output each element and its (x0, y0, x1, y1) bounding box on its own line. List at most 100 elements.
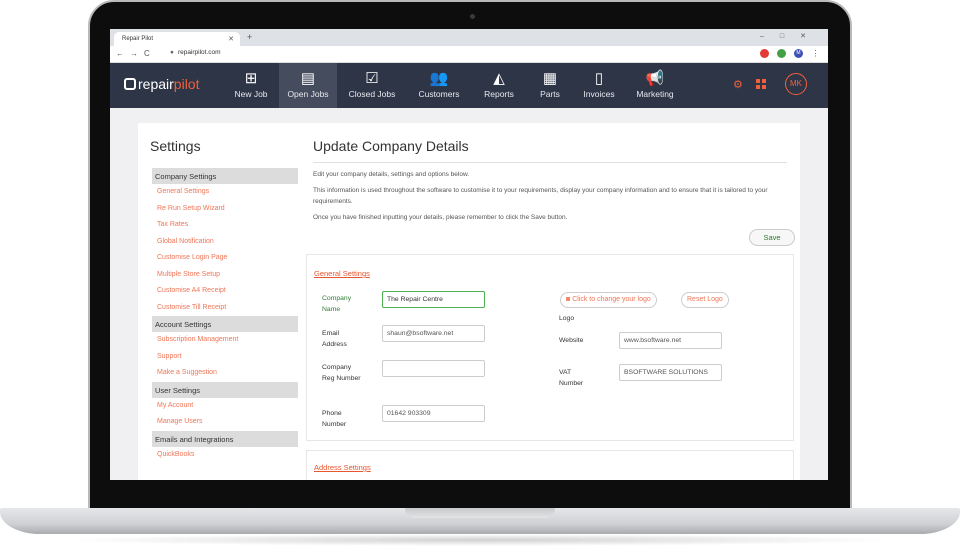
sidebar-heading: Emails and Integrations (152, 430, 298, 447)
user-avatar[interactable]: MK (785, 73, 807, 95)
logo-icon (124, 78, 136, 90)
window-controls[interactable]: –□✕ (760, 32, 822, 40)
nav-marketing[interactable]: 📢 Marketing (631, 63, 679, 108)
page-title: Update Company Details (313, 138, 469, 154)
browser-extensions: M ⋮ (760, 49, 820, 58)
area-chart-icon: ◭ (493, 70, 505, 87)
sidebar-link-setup-wizard[interactable]: Re Run Setup Wizard (152, 201, 298, 218)
reset-logo-button[interactable]: Reset Logo (681, 292, 729, 308)
logo-text-pilot: pilot (173, 76, 200, 92)
sidebar-link-support[interactable]: Support (152, 349, 298, 366)
opera-extension-icon[interactable] (760, 49, 769, 58)
nav-label: Customers (418, 89, 460, 99)
megaphone-icon: 📢 (645, 70, 665, 87)
email-input[interactable] (382, 325, 485, 342)
intro-text: This information is used throughout the … (313, 187, 768, 205)
sidebar-link-till-receipt[interactable]: Customise Till Receipt (152, 300, 298, 317)
sidebar-link-multiple-store[interactable]: Multiple Store Setup (152, 267, 298, 284)
url-field[interactable]: ● repairpilot.com (170, 49, 221, 56)
url-text: repairpilot.com (177, 49, 221, 56)
sidebar-link-tax-rates[interactable]: Tax Rates (152, 217, 298, 234)
address-settings-card: Address Settings (306, 450, 794, 480)
nav-customers[interactable]: 👥 Customers (412, 63, 466, 108)
screen: Repair Pilot ✕ + –□✕ ←→C ● repairpilot.co… (110, 29, 828, 480)
clipboard-icon: ▤ (300, 70, 316, 87)
sidebar-link-general-settings[interactable]: General Settings (152, 184, 298, 201)
settings-page: Settings Company Settings General Settin… (138, 123, 800, 480)
phone-input[interactable] (382, 405, 485, 422)
settings-sidebar: Company Settings General Settings Re Run… (152, 168, 298, 463)
sidebar-title: Settings (150, 138, 201, 154)
cogs-icon[interactable]: ⚙ (733, 78, 743, 91)
nav-label: New Job (234, 89, 268, 99)
nav-label: Marketing (636, 89, 674, 99)
address-settings-link[interactable]: Address Settings (314, 463, 371, 472)
plus-square-icon: ⊞ (244, 70, 258, 87)
sidebar-heading: Company Settings (152, 168, 298, 184)
camera-icon: ◙ (566, 296, 571, 303)
nav-label: Parts (540, 89, 560, 99)
file-icon: ▯ (594, 70, 604, 87)
logo-label: Logo (559, 315, 575, 322)
intro-text: Edit your company details, settings and … (313, 171, 470, 178)
vat-input[interactable] (619, 364, 722, 381)
company-reg-label: Company Reg Number (322, 364, 361, 382)
sidebar-link-global-notification[interactable]: Global Notification (152, 234, 298, 251)
clipboard-check-icon: ☑ (365, 70, 379, 87)
camera-dot (470, 14, 475, 19)
nav-label: Invoices (583, 89, 615, 99)
sidebar-link-my-account[interactable]: My Account (152, 398, 298, 415)
browser-menu-icon[interactable]: ⋮ (811, 49, 820, 58)
save-button[interactable]: Save (749, 229, 795, 246)
browser-tab-bar: Repair Pilot ✕ + –□✕ (110, 29, 828, 46)
boxes-icon: ▦ (542, 70, 558, 87)
nav-new-job[interactable]: ⊞ New Job (228, 63, 274, 108)
change-logo-label: Click to change your logo (572, 296, 651, 303)
sidebar-link-customise-login[interactable]: Customise Login Page (152, 250, 298, 267)
browser-nav-buttons[interactable]: ←→C (116, 49, 156, 58)
website-label: Website (559, 337, 584, 344)
extension-icon[interactable] (777, 49, 786, 58)
sidebar-heading: Account Settings (152, 316, 298, 332)
company-reg-input[interactable] (382, 360, 485, 377)
lock-icon: ● (170, 49, 174, 56)
company-name-input[interactable] (382, 291, 485, 308)
address-bar: ←→C ● repairpilot.com M ⋮ (110, 46, 828, 63)
users-icon: 👥 (429, 70, 449, 87)
nav-label: Closed Jobs (348, 89, 396, 99)
tab-title: Repair Pilot (122, 36, 154, 42)
company-name-label: Company Name (322, 295, 352, 313)
vat-label: VAT Number (559, 369, 584, 387)
repairpilot-logo[interactable]: repairpilot (124, 76, 199, 92)
sidebar-link-a4-receipt[interactable]: Customise A4 Receipt (152, 283, 298, 300)
general-settings-card: General Settings Company Name Email Addr… (306, 254, 794, 441)
laptop-notch (405, 508, 555, 518)
nav-open-jobs[interactable]: ▤ Open Jobs (279, 63, 337, 108)
profile-icon[interactable]: M (794, 49, 803, 58)
sidebar-link-suggestion[interactable]: Make a Suggestion (152, 365, 298, 382)
nav-parts[interactable]: ▦ Parts (532, 63, 568, 108)
general-settings-link[interactable]: General Settings (314, 269, 370, 278)
sidebar-heading: User Settings (152, 381, 298, 398)
nav-reports[interactable]: ◭ Reports (479, 63, 519, 108)
change-logo-button[interactable]: ◙ Click to change your logo (560, 292, 657, 308)
website-input[interactable] (619, 332, 722, 349)
logo-text-repair: repair (138, 76, 174, 92)
laptop-shadow (60, 534, 900, 546)
close-tab-icon[interactable]: ✕ (228, 35, 234, 43)
nav-label: Open Jobs (287, 89, 329, 99)
app-navbar: repairpilot ⊞ New Job ▤ Open Jobs ☑ Clos… (110, 63, 828, 108)
browser-tab[interactable]: Repair Pilot ✕ (114, 32, 240, 46)
sidebar-link-quickbooks[interactable]: QuickBooks (152, 447, 298, 464)
apps-grid-icon[interactable] (756, 79, 766, 89)
sidebar-link-manage-users[interactable]: Manage Users (152, 414, 298, 431)
intro-text: Once you have finished inputting your de… (313, 214, 568, 221)
phone-label: Phone Number (322, 410, 347, 428)
new-tab-button[interactable]: + (247, 32, 252, 42)
nav-closed-jobs[interactable]: ☑ Closed Jobs (342, 63, 402, 108)
email-label: Email Address (322, 330, 347, 348)
nav-invoices[interactable]: ▯ Invoices (577, 63, 621, 108)
nav-label: Reports (484, 89, 514, 99)
sidebar-link-subscription[interactable]: Subscription Management (152, 332, 298, 349)
title-divider (313, 162, 787, 163)
